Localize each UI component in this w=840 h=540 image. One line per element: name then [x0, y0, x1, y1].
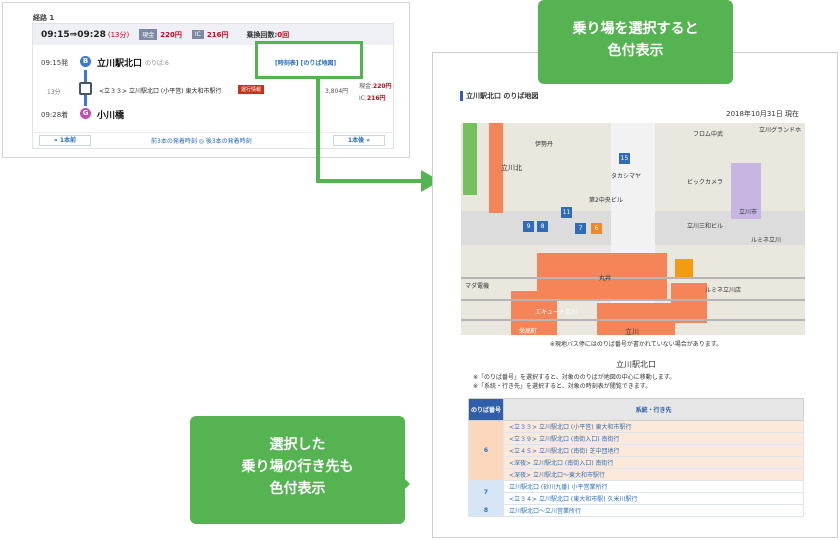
- route-time: 09:15⇒09:28: [41, 29, 106, 40]
- callout-top-line-1: 乗り場を選択すると: [572, 21, 699, 37]
- map-label-bic: ビックカメラ: [687, 179, 724, 186]
- service-info-badge[interactable]: 運行情報: [238, 85, 265, 94]
- transfer-label: 乗換回数:: [246, 30, 278, 39]
- doc-title: 立川駅北口 のりば地図: [460, 91, 538, 101]
- segment-cash: 現金:220円: [359, 81, 392, 90]
- nearby-times-links[interactable]: 前3本の発着時刻 ◎ 後3本の発着時刻: [151, 136, 252, 145]
- segment-cash-label: 現金:: [359, 83, 374, 90]
- links-highlight-box: [255, 41, 363, 79]
- doc-date: 2018年10月31日 現在: [726, 110, 799, 118]
- map-label-from: フロム中武: [693, 131, 724, 138]
- pin-15[interactable]: 15: [619, 153, 630, 164]
- callout-bottom-line-3: 色付表示: [269, 481, 326, 497]
- callout-bottom-line-2: 乗り場の行き先も: [241, 459, 354, 475]
- map-label-ekiute: エキュート立川: [535, 309, 578, 316]
- table-row: <深夜> 立川駅北口 (南街入口) 南街行: [469, 456, 804, 469]
- segment-fare: 3,804円: [325, 88, 349, 95]
- map-label-tachikawa: 立川: [625, 328, 639, 335]
- table-row: 6 <立３３> 立川駅北口 (小平営) 東大和市駅行: [468, 420, 804, 481]
- map-label-sanpo: 立川三和ビル: [687, 223, 724, 230]
- segment-cash-value: 220円: [373, 83, 392, 90]
- col-destination: 系統・行き先: [503, 398, 804, 421]
- cash-fare: 220円: [160, 30, 182, 39]
- route-duration: (13分): [107, 30, 130, 39]
- map-label-isetan: 伊勢丹: [535, 141, 554, 148]
- map-label-lumine: ルミネ立川: [751, 237, 782, 244]
- departure-stop[interactable]: 立川駅北口: [97, 56, 142, 69]
- destination-link[interactable]: <立４５> 立川駅北口 (南街) 芝中団地行: [503, 444, 804, 457]
- platform-no[interactable]: 7: [468, 480, 504, 505]
- segment-ic-value: 216円: [366, 95, 386, 102]
- callout-top-line-2: 色付表示: [607, 43, 664, 59]
- platform-table: のりば番号 系統・行き先 6 <立３３> 立川駅北口 (小平営) 東大和市駅行 <…: [468, 398, 804, 517]
- table-row: 7 立川駅北口 (砂川九番) 小平営業所行: [468, 480, 804, 505]
- callout-bottom: 選択した 乗り場の行き先も 色付表示: [190, 416, 405, 524]
- platform-no[interactable]: 6: [468, 420, 504, 481]
- platform-map[interactable]: 立川北 伊勢丹 フロム中武 立川グランドホ タカシマヤ ビックカメラ 第2中央ビ…: [461, 123, 805, 335]
- map-note: ※現地バス停にはのりば番号が書かれていない場合があります。: [549, 341, 723, 348]
- pager: « 1本前 前3本の発着時刻 ◎ 後3本の発着時刻 1本後 »: [33, 132, 393, 148]
- station-name: 立川駅北口: [616, 360, 656, 369]
- table-row: <立３９> 立川駅北口 (南街入口) 南街行: [469, 432, 804, 445]
- pin-7[interactable]: 7: [575, 223, 586, 234]
- map-label-daini: 第2中央ビル: [589, 197, 623, 204]
- destination-link[interactable]: <深夜> 立川駅北口～東大和市駅行: [503, 468, 804, 481]
- pin-9[interactable]: 9: [523, 221, 534, 232]
- segment-ic: IC:216円: [359, 93, 386, 102]
- pin-8[interactable]: 8: [537, 221, 548, 232]
- destination-link[interactable]: 立川駅北口～立川営業所行: [503, 504, 804, 517]
- platform-map-document: 立川駅北口 のりば地図 2018年10月31日 現在 立川北 伊勢丹 フロム中武…: [432, 52, 838, 538]
- departure-time: 09:15発: [41, 59, 69, 67]
- table-row: <立４５> 立川駅北口 (南街) 芝中団地行: [469, 444, 804, 457]
- platform-no[interactable]: 8: [468, 504, 504, 517]
- next-button[interactable]: 1本後 »: [333, 135, 385, 146]
- destination-link[interactable]: <立３９> 立川駅北口 (南街入口) 南街行: [503, 432, 804, 445]
- route-result-card: 経路 1 09:15⇒09:28 (13分) 現金 220円 IC 216円 乗…: [2, 2, 410, 158]
- transfer-count: 0回: [277, 30, 290, 39]
- map-label-marui: 丸井: [599, 275, 612, 282]
- map-drawing: [461, 123, 805, 335]
- route-number: 経路 1: [33, 14, 55, 22]
- pin-6-selected[interactable]: 6: [591, 223, 602, 234]
- destination-link[interactable]: 立川駅北口 (砂川九番) 小平営業所行: [503, 480, 804, 493]
- map-label-grand: 立川グランドホ: [759, 127, 802, 134]
- prev-button[interactable]: « 1本前: [39, 135, 91, 146]
- map-label-kita: 栄高町: [519, 328, 538, 335]
- map-label-city: 立川市: [739, 209, 758, 216]
- note-1: ※「のりば番号」を選択すると、対象ののりばが地図の中心に移動します。: [473, 374, 676, 381]
- bus-stop-b-icon: B: [80, 56, 91, 67]
- note-2: ※「系統・行き先」を選択すると、対象の時刻表が閲覧できます。: [473, 383, 652, 390]
- map-label-north: 立川北: [501, 164, 522, 172]
- arrival-time: 09:28着: [41, 111, 69, 119]
- segment-ic-label: IC:: [359, 95, 367, 102]
- usage-notes: ※「のりば番号」を選択すると、対象ののりばが地図の中心に移動します。 ※「系統・…: [473, 373, 675, 391]
- table-row: <立３４> 立川駅北口 (東大和市駅) 久米川駅行: [469, 492, 804, 505]
- ic-label: IC: [191, 30, 204, 39]
- cash-label: 現金: [139, 29, 158, 40]
- map-label-asahi: マダ電機: [465, 283, 490, 290]
- destination-link[interactable]: <立３３> 立川駅北口 (小平営) 東大和市駅行: [503, 420, 804, 433]
- destination-link[interactable]: <立３４> 立川駅北口 (東大和市駅) 久米川駅行: [503, 492, 804, 505]
- map-label-lumine2: ルミネ立川店: [705, 287, 742, 294]
- arrival-stop[interactable]: 小川橋: [97, 108, 124, 121]
- ic-fare: 216円: [206, 30, 229, 39]
- col-platform-no: のりば番号: [468, 398, 504, 421]
- segment-line[interactable]: <立３３> 立川駅北口 (小平営) 東大和市駅行: [99, 86, 221, 95]
- arrival-row: 09:28着 G 小川橋: [33, 106, 393, 124]
- segment-minutes: 13分: [47, 89, 61, 96]
- pin-11[interactable]: 11: [561, 207, 572, 218]
- bus-icon: [79, 82, 92, 95]
- bus-stop-g-icon: G: [80, 108, 91, 119]
- callout-top: 乗り場を選択すると 色付表示: [538, 0, 733, 84]
- departure-platform: のりば:6: [145, 60, 169, 67]
- callout-bottom-line-1: 選択した: [269, 437, 326, 453]
- map-label-takashimaya: タカシマヤ: [611, 173, 642, 180]
- table-row: <深夜> 立川駅北口～東大和市駅行: [469, 468, 804, 481]
- destination-link[interactable]: <深夜> 立川駅北口 (南街入口) 南街行: [503, 456, 804, 469]
- table-row: 8 立川駅北口～立川営業所行: [468, 504, 804, 517]
